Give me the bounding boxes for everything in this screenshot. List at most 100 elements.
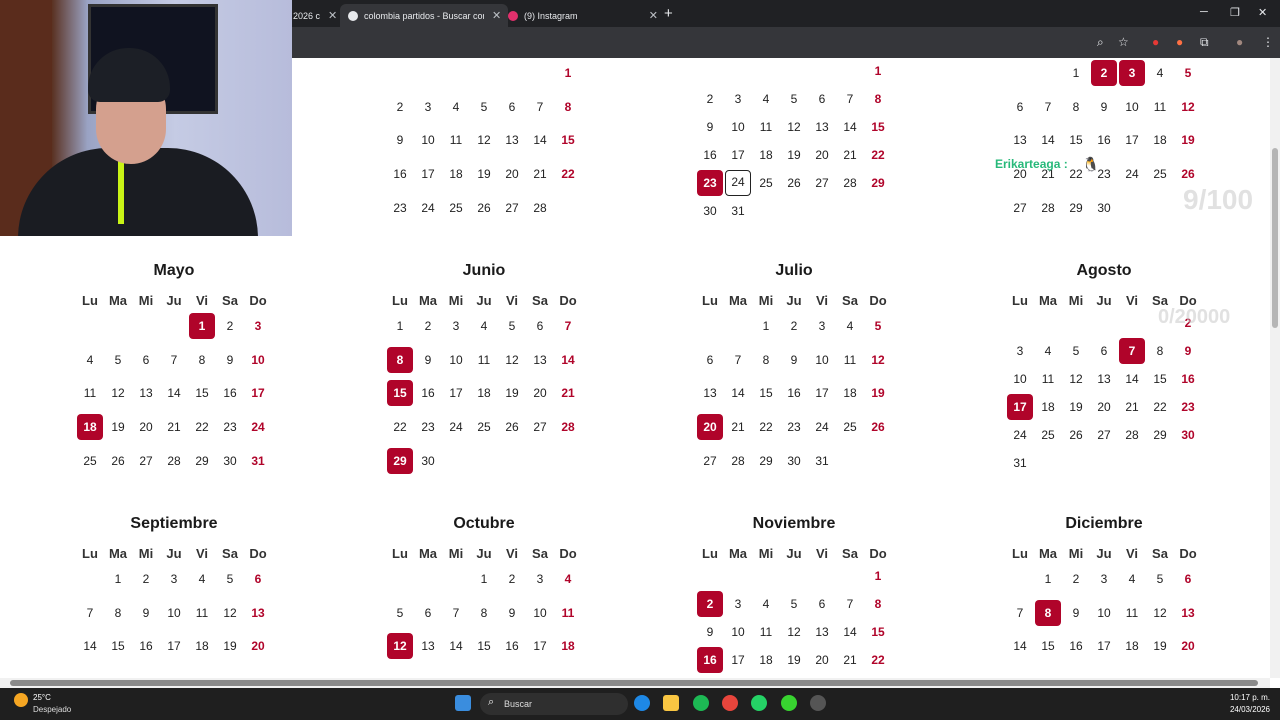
calendar-day[interactable]: 17 xyxy=(443,380,469,406)
calendar-day[interactable]: 22 xyxy=(387,414,413,440)
calendar-day[interactable]: 9 xyxy=(387,127,413,153)
calendar-day[interactable]: 20 xyxy=(133,414,159,440)
calendar-day[interactable]: 21 xyxy=(1119,394,1145,420)
calendar-day[interactable]: 3 xyxy=(245,313,271,339)
calendar-day[interactable]: 21 xyxy=(527,161,553,187)
calendar-day[interactable]: 11 xyxy=(77,380,103,406)
calendar-day[interactable]: 26 xyxy=(471,195,497,221)
calendar-day[interactable]: 10 xyxy=(415,127,441,153)
calendar-day[interactable]: 1 xyxy=(753,313,779,339)
calendar-day[interactable]: 11 xyxy=(753,114,779,140)
calendar-day[interactable]: 11 xyxy=(471,347,497,373)
calendar-day[interactable]: 9 xyxy=(217,347,243,373)
calendar-day[interactable]: 20 xyxy=(499,161,525,187)
calendar-day[interactable]: 9 xyxy=(133,600,159,626)
calendar-day[interactable]: 28 xyxy=(725,448,751,474)
calendar-day[interactable]: 8 xyxy=(753,347,779,373)
calendar-day[interactable]: 21 xyxy=(837,647,863,673)
calendar-day[interactable]: 1 xyxy=(105,566,131,592)
calendar-day[interactable]: 16 xyxy=(1063,633,1089,659)
calendar-day[interactable]: 12 xyxy=(1063,366,1089,392)
calendar-day[interactable]: 15 xyxy=(555,127,581,153)
calendar-day[interactable]: 26 xyxy=(781,170,807,196)
calendar-day[interactable]: 28 xyxy=(527,195,553,221)
calendar-day[interactable]: 17 xyxy=(1119,127,1145,153)
calendar-day[interactable]: 7 xyxy=(161,347,187,373)
calendar-day[interactable]: 24 xyxy=(725,170,751,196)
calendar-day[interactable]: 13 xyxy=(697,380,723,406)
calendar-day[interactable]: 4 xyxy=(1147,60,1173,86)
calendar-day[interactable]: 7 xyxy=(1007,600,1033,626)
calendar-day[interactable]: 21 xyxy=(837,142,863,168)
app-green-icon[interactable] xyxy=(781,695,797,711)
calendar-day[interactable]: 30 xyxy=(217,448,243,474)
calendar-day[interactable]: 6 xyxy=(809,591,835,617)
calendar-day[interactable]: 6 xyxy=(415,600,441,626)
calendar-day[interactable]: 3 xyxy=(443,313,469,339)
calendar-day[interactable]: 30 xyxy=(415,448,441,474)
calendar-day[interactable]: 9 xyxy=(1063,600,1089,626)
calendar-day[interactable]: 15 xyxy=(189,380,215,406)
calendar-day[interactable]: 15 xyxy=(387,380,413,406)
calendar-day[interactable]: 1 xyxy=(471,566,497,592)
calendar-day[interactable]: 11 xyxy=(189,600,215,626)
calendar-day[interactable]: 14 xyxy=(837,114,863,140)
calendar-day[interactable]: 18 xyxy=(77,414,103,440)
calendar-day[interactable]: 12 xyxy=(105,380,131,406)
calendar-day[interactable]: 18 xyxy=(1147,127,1173,153)
calendar-day[interactable]: 5 xyxy=(781,591,807,617)
spotify-icon[interactable] xyxy=(693,695,709,711)
calendar-day[interactable]: 23 xyxy=(697,170,723,196)
calendar-day[interactable]: 1 xyxy=(555,60,581,86)
taskbar-search[interactable]: ⌕ Buscar xyxy=(480,693,628,715)
calendar-day[interactable]: 20 xyxy=(697,414,723,440)
calendar-day[interactable]: 18 xyxy=(189,633,215,659)
calendar-day[interactable]: 26 xyxy=(499,414,525,440)
calendar-day[interactable]: 31 xyxy=(809,448,835,474)
calendar-day[interactable]: 18 xyxy=(1119,633,1145,659)
calendar-day[interactable]: 24 xyxy=(245,414,271,440)
calendar-day[interactable]: 13 xyxy=(133,380,159,406)
calendar-day[interactable]: 8 xyxy=(1035,600,1061,626)
obs-icon[interactable] xyxy=(810,695,826,711)
calendar-day[interactable]: 19 xyxy=(1175,127,1201,153)
calendar-day[interactable]: 27 xyxy=(499,195,525,221)
close-tab-icon[interactable]: ✕ xyxy=(649,9,658,22)
calendar-day[interactable]: 14 xyxy=(1119,366,1145,392)
calendar-day[interactable]: 3 xyxy=(725,591,751,617)
calendar-day[interactable]: 2 xyxy=(1091,60,1117,86)
calendar-day[interactable]: 5 xyxy=(1147,566,1173,592)
calendar-day[interactable]: 14 xyxy=(837,619,863,645)
calendar-day[interactable]: 22 xyxy=(865,142,891,168)
calendar-day[interactable]: 8 xyxy=(555,94,581,120)
calendar-day[interactable]: 7 xyxy=(837,591,863,617)
calendar-day[interactable]: 8 xyxy=(1147,338,1173,364)
calendar-day[interactable]: 18 xyxy=(1035,394,1061,420)
calendar-day[interactable]: 27 xyxy=(527,414,553,440)
calendar-day[interactable]: 18 xyxy=(837,380,863,406)
calendar-day[interactable]: 8 xyxy=(865,86,891,112)
calendar-day[interactable]: 3 xyxy=(725,86,751,112)
calendar-day[interactable]: 22 xyxy=(189,414,215,440)
calendar-day[interactable]: 10 xyxy=(527,600,553,626)
calendar-day[interactable]: 1 xyxy=(1063,60,1089,86)
calendar-day[interactable]: 12 xyxy=(865,347,891,373)
calendar-day[interactable]: 26 xyxy=(865,414,891,440)
edge-icon[interactable] xyxy=(634,695,650,711)
calendar-day[interactable]: 7 xyxy=(443,600,469,626)
calendar-day[interactable]: 31 xyxy=(725,198,751,224)
calendar-day[interactable]: 25 xyxy=(1147,161,1173,187)
calendar-day[interactable]: 1 xyxy=(189,313,215,339)
calendar-day[interactable]: 5 xyxy=(105,347,131,373)
calendar-day[interactable]: 10 xyxy=(1007,366,1033,392)
calendar-day[interactable]: 3 xyxy=(415,94,441,120)
calendar-day[interactable]: 12 xyxy=(781,114,807,140)
calendar-day[interactable]: 11 xyxy=(555,600,581,626)
taskbar-clock[interactable]: 10:17 p. m. xyxy=(1214,693,1270,702)
close-window-icon[interactable]: ✕ xyxy=(1258,6,1267,19)
calendar-day[interactable]: 21 xyxy=(555,380,581,406)
calendar-day[interactable]: 19 xyxy=(105,414,131,440)
calendar-day[interactable]: 2 xyxy=(415,313,441,339)
calendar-day[interactable]: 2 xyxy=(387,94,413,120)
calendar-day[interactable]: 15 xyxy=(1147,366,1173,392)
